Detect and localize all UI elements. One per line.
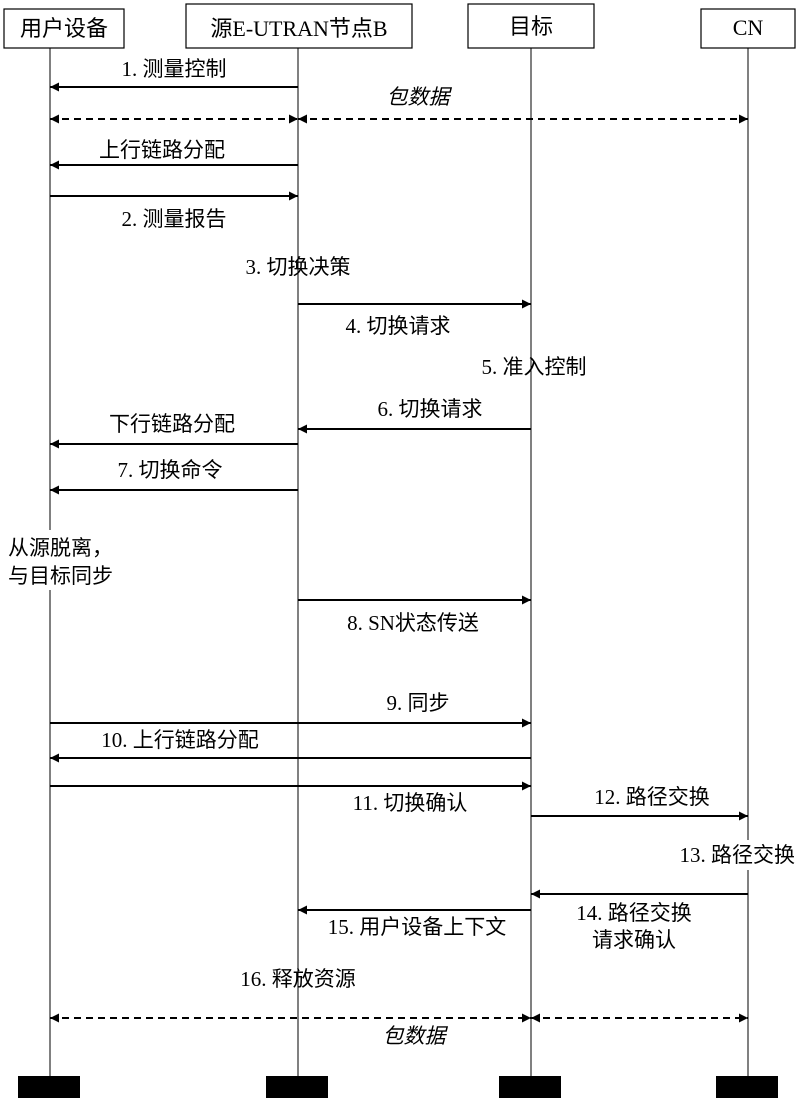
note-path-switch: 13. 路径交换 — [680, 843, 796, 867]
message-label-6: 6. 切换请求 — [378, 397, 483, 421]
participant-cn-label: CN — [733, 15, 764, 40]
message-label-4: 4. 切换请求 — [346, 314, 451, 338]
note-sync-to-target: 与目标同步 — [8, 564, 113, 588]
note-release-resources: 16. 释放资源 — [240, 967, 356, 991]
note-admission-control: 5. 准入控制 — [482, 355, 587, 379]
message-label-2: 2. 测量报告 — [122, 207, 227, 231]
message-label-12: 12. 路径交换 — [594, 785, 710, 809]
message-label-14-line2: 请求确认 — [592, 928, 676, 952]
participant-target-label: 目标 — [509, 14, 553, 39]
participant-target[interactable]: 目标 — [467, 3, 595, 49]
participant-cn[interactable]: CN — [700, 8, 796, 49]
message-label-11: 11. 切换确认 — [353, 791, 468, 815]
participant-ue[interactable]: 用户设备 — [3, 8, 125, 49]
note-handover-decision: 3. 切换决策 — [246, 255, 351, 279]
lifeline-end-ue — [18, 1076, 80, 1098]
sequence-diagram: 用户设备 源E-UTRAN节点B 目标 CN 1. 测量控制 包数据 上行链路分… — [3, 3, 800, 1098]
packet-data-label-top: 包数据 — [387, 85, 453, 109]
participant-ue-label: 用户设备 — [20, 16, 108, 41]
packet-data-label-bottom: 包数据 — [383, 1024, 449, 1048]
message-label-dl-grant: 下行链路分配 — [109, 412, 235, 436]
message-label-10: 10. 上行链路分配 — [101, 728, 259, 752]
lifeline-end-target — [499, 1076, 561, 1098]
message-label-14: 14. 路径交换 — [576, 901, 692, 925]
message-label-15: 15. 用户设备上下文 — [328, 915, 507, 939]
message-label-1: 1. 测量控制 — [122, 57, 227, 81]
message-label-9: 9. 同步 — [387, 691, 450, 715]
note-detach-from-source: 从源脱离， — [8, 536, 113, 560]
participant-source-enb[interactable]: 源E-UTRAN节点B — [185, 3, 413, 49]
message-label-ul-grant: 上行链路分配 — [99, 138, 225, 162]
message-label-7: 7. 切换命令 — [118, 458, 223, 482]
lifeline-end-cn — [716, 1076, 778, 1098]
message-label-8: 8. SN状态传送 — [347, 611, 479, 635]
participant-source-enb-label: 源E-UTRAN节点B — [210, 16, 387, 41]
lifeline-end-source-enb — [266, 1076, 328, 1098]
